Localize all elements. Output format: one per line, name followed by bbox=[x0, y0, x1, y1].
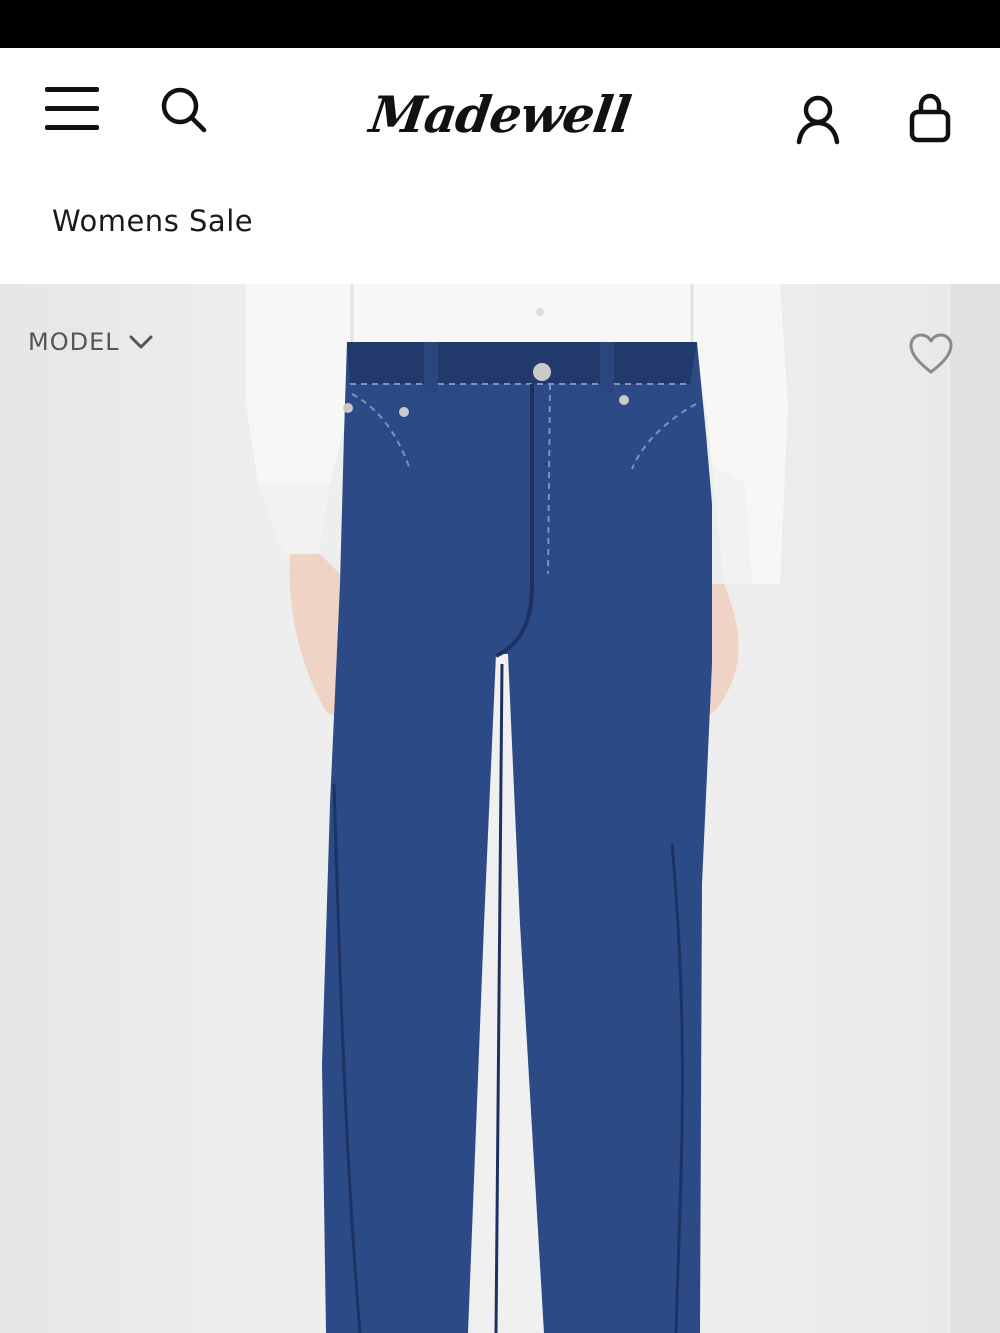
shopping-bag-icon bbox=[909, 93, 951, 143]
model-selector[interactable]: MODEL bbox=[28, 324, 154, 360]
model-selector-label: MODEL bbox=[28, 328, 120, 356]
search-icon bbox=[161, 87, 207, 133]
model-wearing-jeans-illustration bbox=[246, 284, 788, 1333]
product-gallery[interactable]: MODEL bbox=[0, 284, 1000, 1333]
hamburger-menu-icon bbox=[45, 87, 99, 130]
chevron-down-icon bbox=[129, 335, 153, 349]
heart-icon bbox=[909, 333, 953, 374]
breadcrumb[interactable]: Womens Sale bbox=[52, 204, 253, 238]
menu-button[interactable] bbox=[42, 84, 102, 134]
brand-logo-text: Madewell bbox=[366, 85, 634, 144]
site-header: Madewell Womens Sale bbox=[0, 48, 1000, 284]
next-product-image-peek[interactable] bbox=[950, 284, 1000, 1333]
shopping-bag-button[interactable] bbox=[902, 92, 958, 148]
product-image[interactable] bbox=[0, 284, 948, 1333]
user-icon bbox=[796, 95, 840, 145]
account-button[interactable] bbox=[790, 92, 846, 148]
search-button[interactable] bbox=[158, 84, 210, 136]
status-bar bbox=[0, 0, 1000, 48]
wishlist-button[interactable] bbox=[908, 332, 954, 376]
brand-logo[interactable]: Madewell bbox=[366, 76, 634, 154]
